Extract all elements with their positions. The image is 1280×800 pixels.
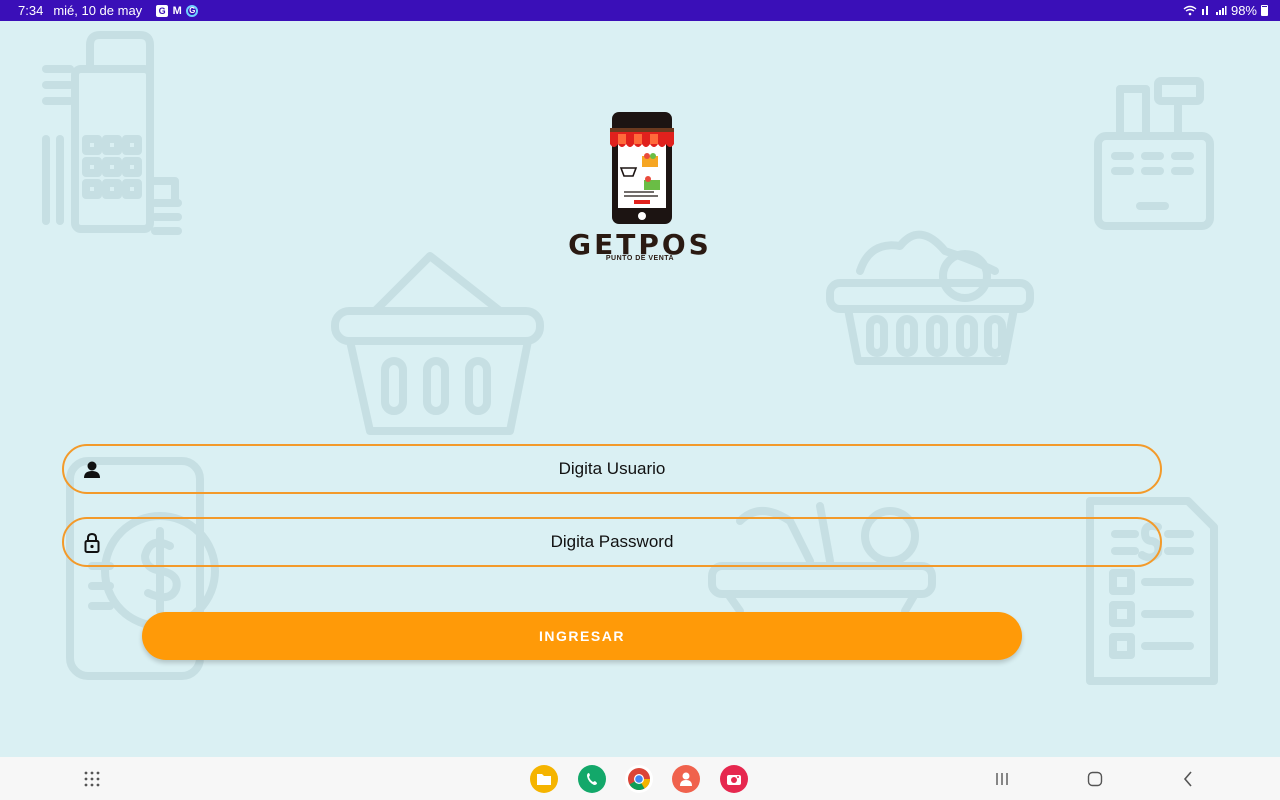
calendar-g-icon: G [156, 4, 169, 17]
wifi-icon [1183, 5, 1197, 16]
google-icon: G [186, 4, 199, 17]
grid-icon[interactable] [80, 767, 104, 791]
lock-icon [84, 532, 100, 553]
signal-icon [1215, 6, 1227, 15]
password-field[interactable] [62, 517, 1162, 567]
navigation-bar [0, 757, 1280, 800]
contacts-icon[interactable] [672, 765, 700, 793]
store-phone-logo-icon [610, 112, 674, 224]
status-time: 7:34 [18, 3, 44, 18]
back-icon[interactable] [1176, 767, 1200, 791]
getpos-logo: GETPOS PUNTO DE VENTA [540, 110, 740, 270]
battery-percent: 98% [1230, 3, 1257, 18]
home-icon[interactable] [1083, 767, 1107, 791]
basket-illustration [331, 252, 544, 435]
recents-icon[interactable] [990, 767, 1014, 791]
folder-icon[interactable] [530, 765, 558, 793]
cash-register-illustration [1094, 77, 1214, 230]
calculator-receipt-illustration [42, 31, 182, 235]
password-input[interactable] [64, 519, 1160, 565]
username-input[interactable] [64, 446, 1160, 492]
lte-icon [1201, 6, 1208, 15]
chrome-icon[interactable] [625, 765, 653, 793]
grocery-basket-illustration [826, 230, 1034, 365]
gmail-icon: M [172, 4, 182, 17]
status-bar: 7:34 mié, 10 de may G M G 98% [0, 0, 1280, 21]
user-icon [84, 461, 100, 478]
camera-icon[interactable] [720, 765, 748, 793]
phone-icon[interactable] [578, 765, 606, 793]
ingresar-button[interactable]: INGRESAR [142, 612, 1022, 660]
username-field[interactable] [62, 444, 1162, 494]
status-date: mié, 10 de may [53, 3, 143, 18]
battery-icon [1261, 5, 1268, 16]
logo-subtitle: PUNTO DE VENTA [605, 255, 675, 262]
